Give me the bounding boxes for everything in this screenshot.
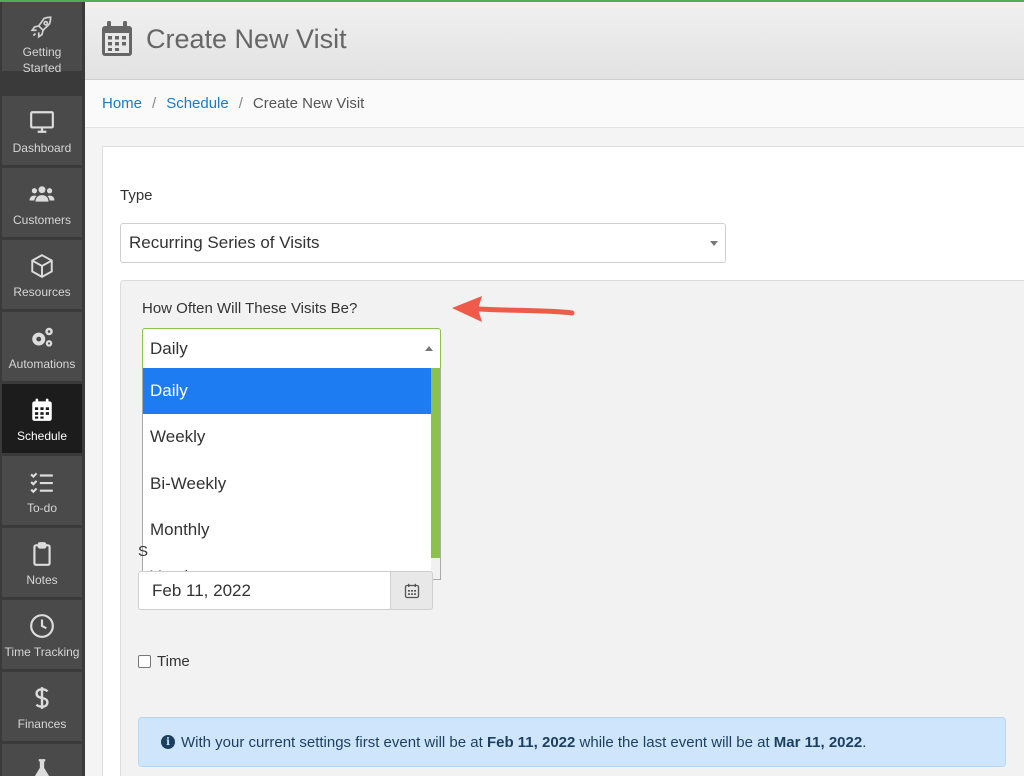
sidebar-item-notes[interactable]: Notes	[2, 528, 82, 597]
type-select[interactable]: Recurring Series of Visits	[120, 223, 726, 263]
time-toggle[interactable]: Time	[138, 653, 190, 670]
sidebar-item-automations[interactable]: Automations	[2, 312, 82, 381]
info-alert: i With your current settings first event…	[138, 717, 1006, 767]
sidebar-item-label: Resources	[13, 285, 71, 299]
info-last-date: Mar 11, 2022	[773, 733, 863, 751]
sidebar-item-schedule[interactable]: Schedule	[2, 384, 82, 453]
time-checkbox[interactable]	[138, 655, 151, 668]
frequency-dropdown-list: Daily Weekly Bi-Weekly Monthly Yearly	[142, 368, 441, 580]
sidebar-item-getting-started[interactable]: Getting Started	[2, 2, 82, 75]
info-text-middle: while the last event will be at	[575, 733, 774, 751]
sidebar-item-todo[interactable]: To-do	[2, 456, 82, 525]
sidebar: Getting Started Dashboard Customers Reso…	[0, 2, 85, 776]
sidebar-item-label: Dashboard	[12, 141, 72, 155]
sidebar-item-finances[interactable]: Finances	[2, 672, 82, 741]
sidebar-item-resources[interactable]: Resources	[2, 240, 82, 309]
breadcrumb: Home / Schedule / Create New Visit	[85, 80, 1024, 128]
flask-icon	[28, 756, 56, 776]
clipboard-icon	[28, 540, 56, 568]
breadcrumb-schedule-link[interactable]: Schedule	[166, 95, 229, 112]
caret-up-icon	[425, 346, 433, 351]
type-select-value: Recurring Series of Visits	[129, 233, 320, 252]
breadcrumb-separator: /	[152, 95, 157, 112]
info-text-prefix: With your current settings first event w…	[181, 733, 487, 751]
type-label: Type	[120, 187, 153, 204]
gears-icon	[28, 324, 56, 352]
sidebar-item-label: Notes	[26, 573, 58, 587]
time-label: Time	[157, 653, 190, 670]
users-icon	[28, 180, 56, 208]
sidebar-item-label: Automations	[8, 357, 76, 371]
clock-icon	[28, 612, 56, 640]
sidebar-item-label: Customers	[12, 213, 71, 227]
frequency-option-daily[interactable]: Daily	[143, 368, 431, 414]
info-first-date: Feb 11, 2022	[486, 733, 576, 751]
start-date-value: Feb 11, 2022	[152, 580, 251, 600]
calendar-icon	[101, 21, 133, 57]
sidebar-item-labs[interactable]	[2, 744, 82, 776]
calendar-icon	[28, 396, 56, 424]
info-text-suffix: .	[862, 733, 867, 751]
breadcrumb-current: Create New Visit	[252, 95, 365, 112]
start-date-input[interactable]: Feb 11, 2022	[138, 571, 391, 610]
start-date-label: S	[138, 543, 149, 560]
frequency-select-value: Daily	[150, 338, 188, 358]
breadcrumb-separator: /	[238, 95, 243, 112]
rocket-icon	[28, 14, 56, 40]
dropdown-scrollbar-thumb[interactable]	[431, 368, 440, 558]
frequency-option-monthly[interactable]: Monthly	[143, 507, 431, 553]
page-title: Create New Visit	[146, 24, 347, 54]
sidebar-item-time-tracking[interactable]: Time Tracking	[2, 600, 82, 669]
sidebar-item-customers[interactable]: Customers	[2, 168, 82, 237]
caret-down-icon	[710, 241, 718, 246]
sidebar-item-label: To-do	[26, 501, 58, 515]
sidebar-item-label: Schedule	[16, 429, 68, 443]
date-picker-button[interactable]	[390, 571, 433, 610]
checklist-icon	[28, 468, 56, 496]
dollar-icon	[28, 684, 56, 712]
info-icon: i	[161, 735, 175, 749]
annotation-arrow-icon	[452, 296, 575, 322]
frequency-select[interactable]: Daily	[142, 328, 441, 369]
monitor-icon	[28, 108, 56, 136]
breadcrumb-home-link[interactable]: Home	[102, 95, 142, 112]
cube-icon	[28, 252, 56, 280]
frequency-option-weekly[interactable]: Weekly	[143, 414, 431, 460]
sidebar-item-label: Time Tracking	[4, 645, 80, 659]
frequency-option-bi-weekly[interactable]: Bi-Weekly	[143, 461, 431, 507]
calendar-icon	[404, 583, 419, 598]
page-header: Create New Visit	[85, 2, 1024, 80]
sidebar-item-dashboard[interactable]: Dashboard	[2, 96, 82, 165]
sidebar-item-label: Finances	[17, 717, 67, 731]
frequency-label: How Often Will These Visits Be?	[142, 300, 358, 317]
sidebar-item-label: Getting Started	[22, 45, 62, 75]
